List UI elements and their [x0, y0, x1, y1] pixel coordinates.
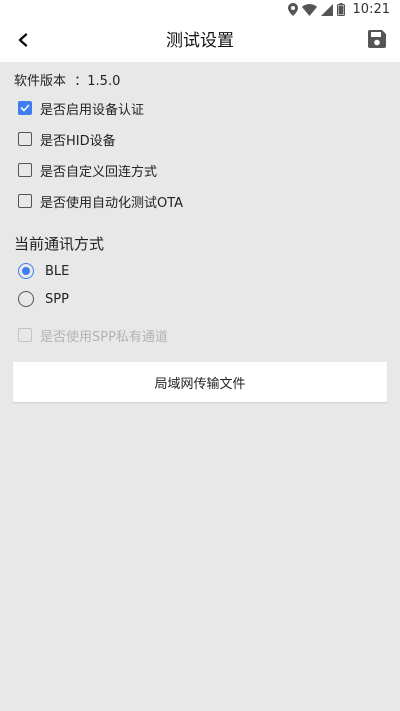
- radio-label: BLE: [45, 263, 70, 279]
- radio-button-selected[interactable]: [18, 263, 34, 279]
- status-icons: 10:21: [287, 1, 390, 20]
- option-label: 是否HID设备: [40, 133, 116, 149]
- comm-section-title: 当前通讯方式: [14, 235, 105, 253]
- battery-icon: [336, 1, 345, 20]
- option-spp-private-channel: 是否使用SPP私有通道: [18, 324, 168, 346]
- lan-transfer-button[interactable]: 局域网传输文件: [13, 362, 387, 402]
- status-bar: 10:21: [0, 0, 400, 20]
- back-button[interactable]: [10, 28, 36, 54]
- save-button[interactable]: [364, 28, 390, 54]
- option-label: 是否自定义回连方式: [40, 164, 158, 180]
- signal-icon: [320, 1, 333, 20]
- radio-spp[interactable]: SPP: [18, 288, 69, 310]
- location-icon: [287, 1, 298, 20]
- status-time: 10:21: [352, 2, 390, 17]
- save-icon: [367, 29, 387, 53]
- version-text: 软件版本 ：1.5.0: [14, 74, 121, 89]
- radio-ble[interactable]: BLE: [18, 260, 69, 282]
- option-custom-reconnect[interactable]: 是否自定义回连方式: [18, 159, 157, 181]
- back-arrow-icon: [16, 32, 30, 51]
- option-auto-ota[interactable]: 是否使用自动化测试OTA: [18, 190, 183, 212]
- checkbox[interactable]: [18, 163, 32, 177]
- option-label: 是否使用SPP私有通道: [40, 329, 168, 345]
- radio-button[interactable]: [18, 291, 34, 307]
- page-title: 测试设置: [166, 31, 234, 51]
- checkbox[interactable]: [18, 132, 32, 146]
- checkbox-disabled: [18, 328, 32, 342]
- option-label: 是否启用设备认证: [40, 102, 145, 118]
- radio-label: SPP: [45, 291, 69, 307]
- option-hid-device[interactable]: 是否HID设备: [18, 128, 116, 150]
- checkbox[interactable]: [18, 194, 32, 208]
- option-device-auth[interactable]: 是否启用设备认证: [18, 97, 144, 119]
- checkbox-checked[interactable]: [18, 101, 32, 115]
- radio-dot: [22, 267, 30, 275]
- app-bar: 测试设置: [0, 20, 400, 62]
- option-label: 是否使用自动化测试OTA: [40, 195, 184, 211]
- wifi-icon: [301, 1, 317, 20]
